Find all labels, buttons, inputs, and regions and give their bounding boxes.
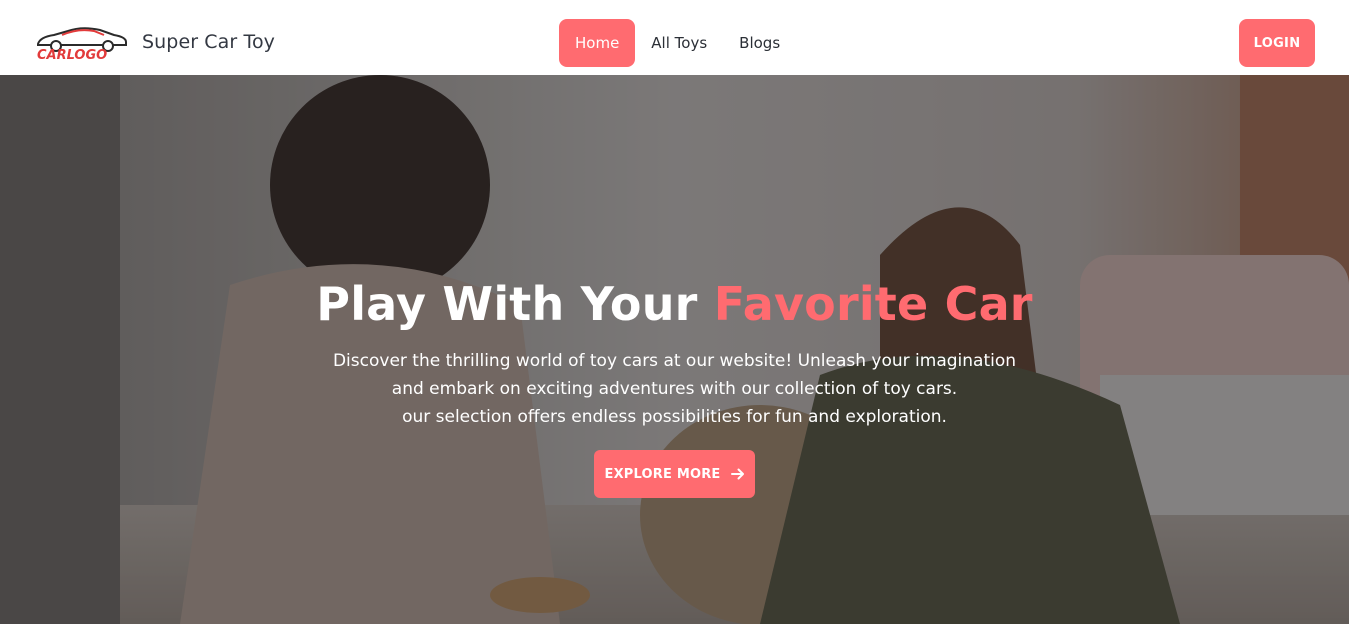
nav-blogs[interactable]: Blogs xyxy=(723,19,796,67)
brand[interactable]: CARLOGO Super Car Toy xyxy=(34,22,275,62)
hero-title: Play With Your Favorite Car xyxy=(0,277,1349,331)
explore-more-button[interactable]: EXPLORE MORE xyxy=(594,450,755,498)
hero-banner: Play With Your Favorite Car Discover the… xyxy=(0,75,1349,624)
car-logo: CARLOGO xyxy=(37,27,127,62)
hero-description-line: our selection offers endless possibiliti… xyxy=(402,407,947,427)
brand-name: Super Car Toy xyxy=(142,31,276,53)
hero-description: Discover the thrilling world of toy cars… xyxy=(300,347,1049,431)
nav-all-toys[interactable]: All Toys xyxy=(635,19,723,67)
hero-description-line: Discover the thrilling world of toy cars… xyxy=(332,351,1017,371)
hero-title-main: Play With Your xyxy=(316,277,714,331)
hero-title-accent: Favorite Car xyxy=(713,277,1033,331)
arrow-right-icon xyxy=(730,468,744,480)
logo-text: CARLOGO xyxy=(37,48,107,62)
main-nav: Home All Toys Blogs xyxy=(559,19,796,67)
hero-description-line: and embark on exciting adventures with o… xyxy=(391,379,958,399)
explore-more-label: EXPLORE MORE xyxy=(604,466,721,482)
login-button[interactable]: LOGIN xyxy=(1239,19,1315,67)
hero-content: Play With Your Favorite Car Discover the… xyxy=(0,75,1349,624)
navbar: CARLOGO Super Car Toy Home All Toys Blog… xyxy=(0,0,1349,75)
nav-home[interactable]: Home xyxy=(559,19,636,67)
